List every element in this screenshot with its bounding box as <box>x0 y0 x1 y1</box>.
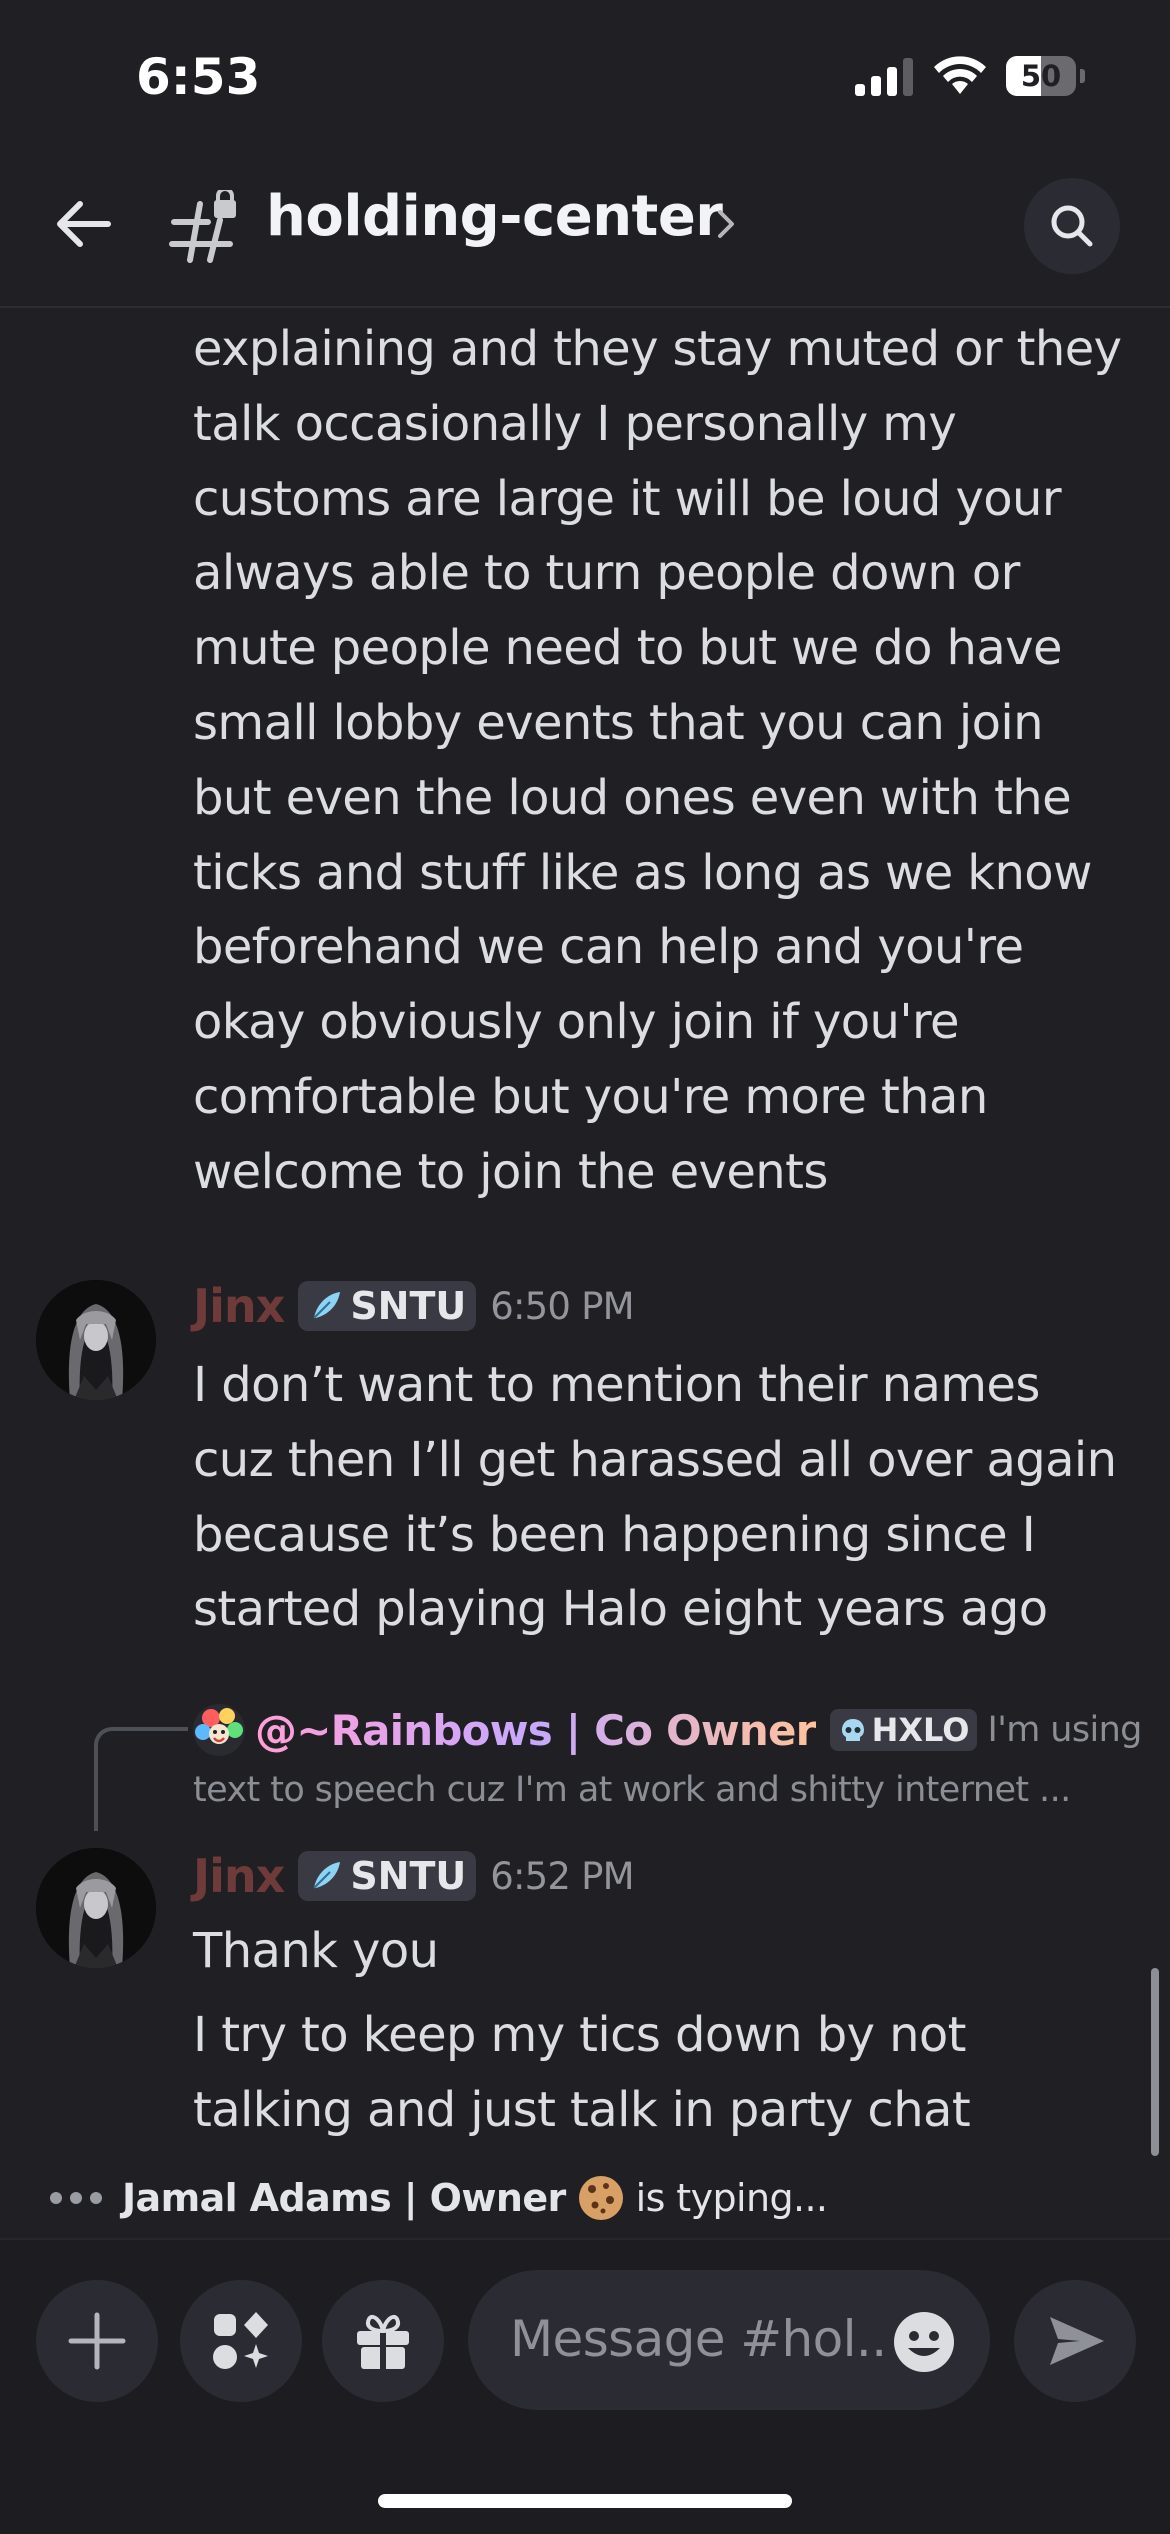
message-line: talk occasionally I personally my <box>193 395 957 452</box>
message-line: okay obviously only join if you're <box>193 994 960 1051</box>
typing-indicator: Jamal Adams | Owner is typing... <box>50 2168 828 2228</box>
emoji-icon[interactable] <box>892 2310 956 2374</box>
message-line: Thank you <box>193 1923 439 1979</box>
message-line: but even the loud ones even with the <box>193 769 1072 826</box>
message-body: I don’t want to mention their names cuz … <box>193 1348 1153 1647</box>
message-line: welcome to join the events <box>193 1143 828 1200</box>
back-arrow-icon[interactable] <box>48 188 120 260</box>
feather-icon <box>313 1292 341 1319</box>
message-line: cuz then I’ll get harassed all over agai… <box>193 1431 1117 1488</box>
feather-icon <box>313 1862 341 1889</box>
avatar[interactable] <box>36 1848 156 1968</box>
typing-user: Jamal Adams | Owner <box>122 2176 566 2220</box>
search-icon <box>1051 205 1093 247</box>
status-time: 6:53 <box>136 48 261 106</box>
typing-suffix: is typing... <box>635 2176 828 2220</box>
reply-preview-continued[interactable]: text to speech cuz I'm at work and shitt… <box>193 1770 1133 1810</box>
message-input-placeholder: Message #hol.. <box>510 2310 887 2368</box>
reply-connector <box>94 1727 188 1831</box>
message-line: always able to turn people down or <box>193 545 1020 602</box>
message-input[interactable]: Message #hol.. <box>468 2270 990 2410</box>
typing-dots-icon <box>50 2192 102 2204</box>
avatar[interactable] <box>36 1280 156 1400</box>
message-body: I try to keep my tics down by not talkin… <box>193 1998 1153 2148</box>
locked-channel-icon <box>169 190 236 263</box>
battery-icon: 50 <box>1006 56 1086 96</box>
message-line: customs are large it will be loud your <box>193 470 1062 527</box>
gift-button[interactable] <box>322 2280 444 2402</box>
message-line: explaining and they stay muted or they <box>193 321 1122 377</box>
signal-icon <box>855 58 913 96</box>
message-line: talking and just talk in party chat <box>193 2081 971 2138</box>
message-body: Thank you <box>193 1914 1153 1989</box>
reply-author-name[interactable]: @~Rainbows | Co Owner <box>255 1706 816 1755</box>
apps-icon <box>213 2312 268 2369</box>
message-continued-text: explaining and they stay muted or they t… <box>193 312 1153 1210</box>
message-line: beforehand we can help and you're <box>193 919 1024 976</box>
server-tag[interactable]: SNTU <box>298 1281 477 1331</box>
search-button[interactable] <box>1024 178 1120 274</box>
message-composer: Message #hol.. <box>0 2238 1170 2534</box>
message-line: because it’s been happening since I <box>193 1506 1036 1563</box>
add-attachment-button[interactable] <box>36 2280 158 2402</box>
skull-icon <box>841 1719 864 1741</box>
author-name[interactable]: Jinx <box>193 1849 285 1903</box>
scrollbar[interactable] <box>1151 1968 1159 2156</box>
message-header: Jinx SNTU 6:50 PM <box>193 1276 635 1336</box>
message-line: mute people need to but we do have <box>193 620 1062 677</box>
gift-icon <box>357 2314 409 2369</box>
message-line: ticks and stuff like as long as we know <box>193 844 1092 901</box>
server-tag[interactable]: SNTU <box>298 1851 477 1901</box>
timestamp: 6:52 PM <box>490 1854 634 1898</box>
wifi-icon <box>934 56 986 94</box>
send-icon <box>1050 2317 1104 2365</box>
apps-button[interactable] <box>180 2280 302 2402</box>
chevron-right-icon[interactable] <box>712 202 742 246</box>
message-header: Jinx SNTU 6:52 PM <box>193 1846 635 1906</box>
reply-server-tag-label: HXLO <box>871 1711 970 1749</box>
message-line: started playing Halo eight years ago <box>193 1581 1048 1638</box>
home-indicator[interactable] <box>378 2494 792 2508</box>
reply-reference[interactable]: @~Rainbows | Co Owner HXLO I'm using <box>193 1700 1153 1760</box>
battery-percent: 50 <box>1020 59 1062 93</box>
message-line: I don’t want to mention their names <box>193 1357 1040 1413</box>
send-button[interactable] <box>1014 2280 1136 2402</box>
reply-server-tag[interactable]: HXLO <box>829 1709 978 1751</box>
channel-header: holding-center <box>0 150 1170 308</box>
message-line: small lobby events that you can join <box>193 694 1044 751</box>
cookie-icon <box>578 2176 623 2220</box>
channel-title[interactable]: holding-center <box>266 184 723 249</box>
message-line: I try to keep my tics down by not <box>193 2007 967 2063</box>
server-tag-label: SNTU <box>350 1284 467 1328</box>
plus-icon <box>68 2312 126 2370</box>
server-tag-label: SNTU <box>350 1854 467 1898</box>
message-line: comfortable but you're more than <box>193 1068 988 1125</box>
author-name[interactable]: Jinx <box>193 1279 285 1333</box>
reply-preview: I'm using <box>987 1710 1142 1750</box>
reply-avatar <box>193 1704 245 1756</box>
timestamp: 6:50 PM <box>490 1284 634 1328</box>
status-bar: 6:53 50 <box>0 0 1170 150</box>
